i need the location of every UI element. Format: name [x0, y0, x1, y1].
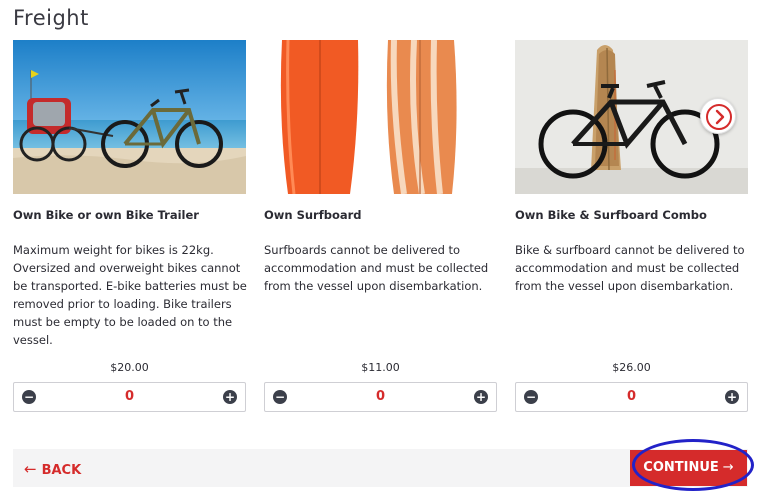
product-title: Own Bike & Surfboard Combo: [515, 208, 707, 222]
minus-icon[interactable]: −: [273, 390, 287, 404]
arrow-right-icon: →: [722, 460, 734, 475]
page-title: Freight: [13, 6, 89, 30]
plus-icon[interactable]: +: [725, 390, 739, 404]
minus-icon[interactable]: −: [524, 390, 538, 404]
quantity-stepper: − 0 +: [264, 382, 497, 412]
quantity-value[interactable]: 0: [44, 389, 215, 404]
quantity-value[interactable]: 0: [295, 389, 466, 404]
quantity-stepper: − 0 +: [515, 382, 748, 412]
back-button[interactable]: ← BACK: [24, 460, 81, 478]
continue-button[interactable]: CONTINUE →: [630, 450, 747, 486]
product-price: $26.00: [612, 361, 651, 374]
product-card-surfboard: Own Surfboard Surfboards cannot be deliv…: [264, 40, 497, 412]
quantity-stepper: − 0 +: [13, 382, 246, 412]
bike-trailer-image: [13, 40, 246, 194]
quantity-value[interactable]: 0: [546, 389, 717, 404]
product-description: Bike & surfboard cannot be delivered to …: [515, 243, 745, 293]
continue-label: CONTINUE: [643, 460, 719, 475]
product-price: $11.00: [361, 361, 400, 374]
plus-icon[interactable]: +: [223, 390, 237, 404]
arrow-left-icon: ←: [24, 460, 37, 478]
product-title: Own Bike or own Bike Trailer: [13, 208, 199, 222]
chevron-right-icon: [706, 104, 732, 130]
plus-icon[interactable]: +: [474, 390, 488, 404]
minus-icon[interactable]: −: [22, 390, 36, 404]
carousel-next-button[interactable]: [700, 98, 736, 134]
product-price: $20.00: [110, 361, 149, 374]
product-card-bike: Own Bike or own Bike Trailer Maximum wei…: [13, 40, 247, 412]
product-title: Own Surfboard: [264, 208, 362, 222]
back-label: BACK: [41, 463, 82, 478]
surfboard-image: [264, 40, 497, 194]
product-description: Surfboards cannot be delivered to accomm…: [264, 243, 489, 293]
product-description: Maximum weight for bikes is 22kg. Oversi…: [13, 243, 247, 347]
